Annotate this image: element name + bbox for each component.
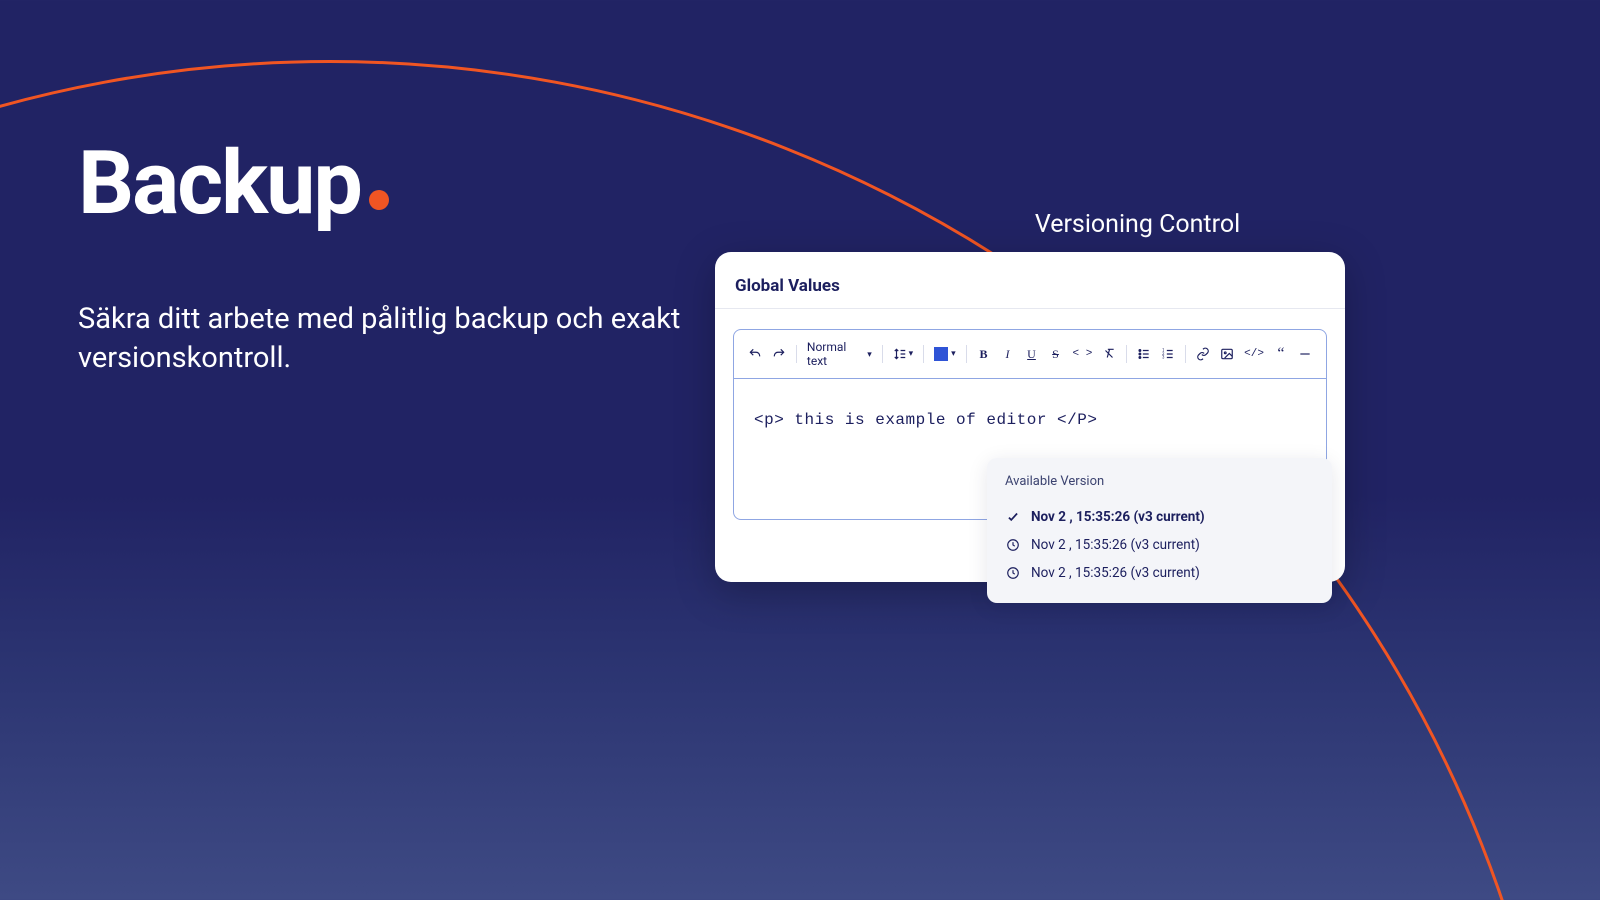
version-popover: Available Version Nov 2 , 15:35:26 (v3 c… xyxy=(987,458,1332,603)
underline-button[interactable]: U xyxy=(1025,346,1039,362)
panel-title: Versioning Control xyxy=(930,210,1345,239)
version-item-label: Nov 2 , 15:35:26 (v3 current) xyxy=(1031,509,1205,525)
line-height-icon[interactable]: ▾ xyxy=(893,346,914,362)
text-style-dropdown[interactable]: Normal text ▾ xyxy=(807,340,872,368)
italic-button[interactable]: I xyxy=(1001,346,1015,362)
toolbar-separator xyxy=(966,345,967,363)
toolbar-separator xyxy=(923,345,924,363)
numbered-list-icon[interactable]: 123 xyxy=(1161,346,1175,362)
toolbar-separator xyxy=(882,345,883,363)
editor-card: Global Values Normal text ▾ ▾ xyxy=(715,252,1345,582)
clear-format-icon[interactable] xyxy=(1102,346,1116,362)
bullet-list-icon[interactable] xyxy=(1137,346,1151,362)
card-title: Global Values xyxy=(733,274,1327,308)
check-icon xyxy=(1005,509,1021,525)
hero-title-text: Backup xyxy=(78,132,361,235)
code-button[interactable]: < > xyxy=(1073,346,1093,362)
editor-content: <p> this is example of editor </P> xyxy=(754,411,1097,429)
chevron-down-icon: ▾ xyxy=(909,349,914,359)
editor-toolbar: Normal text ▾ ▾ ▾ B I U S < > xyxy=(734,330,1326,379)
text-color-picker[interactable]: ▾ xyxy=(934,347,956,361)
clock-icon xyxy=(1005,537,1021,553)
divider xyxy=(715,308,1345,309)
version-item[interactable]: Nov 2 , 15:35:26 (v3 current) xyxy=(1005,531,1314,559)
chevron-down-icon: ▾ xyxy=(951,349,956,359)
toolbar-separator xyxy=(1126,345,1127,363)
version-item-label: Nov 2 , 15:35:26 (v3 current) xyxy=(1031,537,1200,553)
toolbar-separator xyxy=(1185,345,1186,363)
svg-text:3: 3 xyxy=(1162,355,1165,360)
text-style-label: Normal text xyxy=(807,340,863,368)
color-swatch-icon xyxy=(934,347,948,361)
chevron-down-icon: ▾ xyxy=(867,350,872,360)
horizontal-rule-icon[interactable] xyxy=(1298,346,1312,362)
bold-button[interactable]: B xyxy=(977,346,991,362)
version-popover-header: Available Version xyxy=(1005,474,1314,489)
editor: Normal text ▾ ▾ ▾ B I U S < > xyxy=(733,329,1327,520)
toolbar-separator xyxy=(796,345,797,363)
image-icon[interactable] xyxy=(1220,346,1234,362)
accent-dot-icon xyxy=(369,190,389,210)
version-item-label: Nov 2 , 15:35:26 (v3 current) xyxy=(1031,565,1200,581)
version-item[interactable]: Nov 2 , 15:35:26 (v3 current) xyxy=(1005,503,1314,531)
clock-icon xyxy=(1005,565,1021,581)
link-icon[interactable] xyxy=(1196,346,1210,362)
strikethrough-button[interactable]: S xyxy=(1049,346,1063,362)
redo-icon[interactable] xyxy=(772,346,786,362)
hero-subtitle: Säkra ditt arbete med pålitlig backup oc… xyxy=(78,300,718,378)
undo-icon[interactable] xyxy=(748,346,762,362)
code-block-icon[interactable]: </> xyxy=(1244,346,1264,362)
hero: Backup xyxy=(78,132,389,235)
version-item[interactable]: Nov 2 , 15:35:26 (v3 current) xyxy=(1005,559,1314,587)
hero-title: Backup xyxy=(78,132,389,235)
blockquote-icon[interactable]: “ xyxy=(1274,346,1288,362)
